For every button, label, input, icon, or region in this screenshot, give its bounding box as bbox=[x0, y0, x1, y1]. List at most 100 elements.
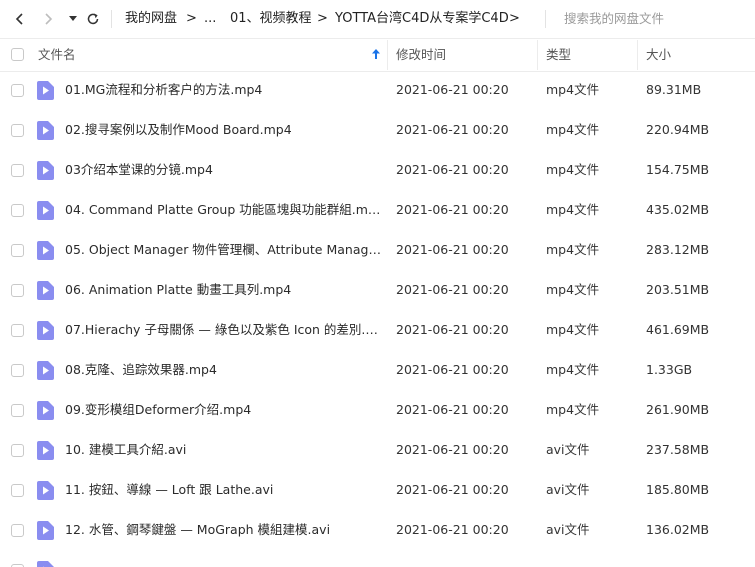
video-file-icon bbox=[37, 441, 54, 460]
forward-button[interactable] bbox=[38, 9, 58, 29]
file-row[interactable]: 06. Animation Platte 動畫工具列.mp4 2021-06-21… bbox=[0, 270, 755, 310]
column-header-name[interactable]: 文件名 bbox=[38, 47, 76, 63]
file-name[interactable]: 08.克隆、追踪效果器.mp4 bbox=[65, 362, 383, 378]
video-file-icon bbox=[37, 321, 54, 340]
select-all-checkbox[interactable] bbox=[11, 48, 24, 61]
row-checkbox[interactable] bbox=[11, 164, 24, 177]
breadcrumb-item-folder[interactable]: 01、视频教程 bbox=[230, 11, 312, 27]
column-divider[interactable] bbox=[537, 40, 538, 70]
file-type: avi文件 bbox=[546, 482, 590, 497]
file-name[interactable]: 01.MG流程和分析客户的方法.mp4 bbox=[65, 82, 383, 98]
file-size: 435.02MB bbox=[646, 202, 710, 217]
file-row[interactable]: 09.变形模组Deformer介绍.mp4 2021-06-21 00:20 mp4… bbox=[0, 390, 755, 430]
search-input[interactable]: 搜索我的网盘文件 bbox=[564, 11, 664, 27]
file-name[interactable]: 09.变形模组Deformer介绍.mp4 bbox=[65, 402, 383, 418]
row-checkbox[interactable] bbox=[11, 404, 24, 417]
file-type: mp4文件 bbox=[546, 322, 600, 337]
file-size: 237.58MB bbox=[646, 442, 710, 457]
file-type: mp4文件 bbox=[546, 402, 600, 417]
video-file-icon bbox=[37, 81, 54, 100]
file-size: 154.75MB bbox=[646, 162, 710, 177]
column-header-type[interactable]: 类型 bbox=[546, 47, 571, 63]
divider bbox=[0, 38, 755, 39]
file-row[interactable]: 04. Command Platte Group 功能區塊與功能群組.mp4 20… bbox=[0, 190, 755, 230]
sort-ascending-icon[interactable] bbox=[371, 48, 381, 60]
file-row[interactable]: 05. Object Manager 物件管理欄、Attribute Manag… bbox=[0, 230, 755, 270]
file-name[interactable]: 11. 按鈕、導線 — Loft 跟 Lathe.avi bbox=[65, 482, 383, 498]
file-name[interactable]: 07.Hierachy 子母關係 — 綠色以及紫色 Icon 的差別.mp4 bbox=[65, 322, 383, 338]
file-modified-time: 2021-06-21 00:20 bbox=[396, 162, 509, 177]
file-row[interactable]: 07.Hierachy 子母關係 — 綠色以及紫色 Icon 的差別.mp4 20… bbox=[0, 310, 755, 350]
file-type: mp4文件 bbox=[546, 282, 600, 297]
refresh-button[interactable] bbox=[83, 9, 103, 29]
file-row[interactable]: 08.克隆、追踪效果器.mp4 2021-06-21 00:20 mp4文件 1.33… bbox=[0, 350, 755, 390]
file-row[interactable]: 03介绍本堂课的分镜.mp4 2021-06-21 00:20 mp4文件 154.7… bbox=[0, 150, 755, 190]
row-checkbox[interactable] bbox=[11, 484, 24, 497]
file-name[interactable]: 03介绍本堂课的分镜.mp4 bbox=[65, 162, 383, 178]
breadcrumb-separator: > bbox=[317, 11, 328, 26]
column-header-modified[interactable]: 修改时间 bbox=[396, 47, 446, 63]
file-type: avi文件 bbox=[546, 522, 590, 537]
row-checkbox[interactable] bbox=[11, 204, 24, 217]
file-modified-time: 2021-06-21 00:20 bbox=[396, 322, 509, 337]
file-type: mp4文件 bbox=[546, 162, 600, 177]
row-checkbox[interactable] bbox=[11, 364, 24, 377]
file-type: avi文件 bbox=[546, 442, 590, 457]
back-button[interactable] bbox=[10, 9, 30, 29]
row-checkbox[interactable] bbox=[11, 524, 24, 537]
row-checkbox[interactable] bbox=[11, 324, 24, 337]
breadcrumb-item-current[interactable]: YOTTA台湾C4D从专案学C4D bbox=[335, 11, 509, 27]
video-file-icon bbox=[37, 521, 54, 540]
toolbar-divider bbox=[111, 10, 112, 28]
breadcrumb-separator: > bbox=[509, 11, 520, 26]
breadcrumb-item-root[interactable]: 我的网盘 bbox=[125, 11, 177, 27]
file-row[interactable]: 12. 水管、鋼琴鍵盤 — MoGraph 模組建模.avi 2021-06-21… bbox=[0, 510, 755, 550]
file-modified-time: 2021-06-21 00:20 bbox=[396, 402, 509, 417]
file-name[interactable]: 05. Object Manager 物件管理欄、Attribute Manag… bbox=[65, 242, 383, 258]
video-file-icon bbox=[37, 241, 54, 260]
file-name[interactable]: 04. Command Platte Group 功能區塊與功能群組.mp4 bbox=[65, 202, 383, 218]
chevron-left-icon bbox=[15, 13, 23, 25]
video-file-icon bbox=[37, 201, 54, 220]
row-checkbox[interactable] bbox=[11, 244, 24, 257]
column-divider[interactable] bbox=[387, 40, 388, 70]
column-divider[interactable] bbox=[637, 40, 638, 70]
history-dropdown-button[interactable] bbox=[63, 9, 83, 29]
file-name[interactable]: 06. Animation Platte 動畫工具列.mp4 bbox=[65, 282, 383, 298]
row-checkbox[interactable] bbox=[11, 284, 24, 297]
refresh-icon bbox=[87, 13, 99, 25]
file-size: 461.69MB bbox=[646, 322, 710, 337]
file-name[interactable]: 12. 水管、鋼琴鍵盤 — MoGraph 模組建模.avi bbox=[65, 522, 383, 538]
column-header-size[interactable]: 大小 bbox=[646, 47, 671, 63]
breadcrumb-item-ellipsis[interactable]: ... bbox=[204, 11, 216, 27]
toolbar-divider bbox=[545, 10, 546, 28]
file-row[interactable]: 01.MG流程和分析客户的方法.mp4 2021-06-21 00:20 mp4文件… bbox=[0, 70, 755, 110]
file-name[interactable]: 02.搜寻案例以及制作Mood Board.mp4 bbox=[65, 122, 383, 138]
video-file-icon bbox=[37, 401, 54, 420]
file-modified-time: 2021-06-21 00:20 bbox=[396, 282, 509, 297]
row-checkbox[interactable] bbox=[11, 444, 24, 457]
file-list-header: 文件名 修改时间 类型 大小 bbox=[0, 38, 755, 72]
video-file-icon bbox=[37, 161, 54, 180]
row-checkbox[interactable] bbox=[11, 124, 24, 137]
video-file-icon bbox=[37, 481, 54, 500]
file-type: mp4文件 bbox=[546, 362, 600, 377]
file-modified-time: 2021-06-21 00:20 bbox=[396, 202, 509, 217]
file-size: 203.51MB bbox=[646, 282, 710, 297]
file-size: 283.12MB bbox=[646, 242, 710, 257]
file-modified-time: 2021-06-21 00:20 bbox=[396, 362, 509, 377]
file-row[interactable]: 11. 按鈕、導線 — Loft 跟 Lathe.avi 2021-06-21 0… bbox=[0, 470, 755, 510]
file-name[interactable]: 10. 建模工具介紹.avi bbox=[65, 442, 383, 458]
file-size: 220.94MB bbox=[646, 122, 710, 137]
file-type: mp4文件 bbox=[546, 242, 600, 257]
file-modified-time: 2021-06-21 00:20 bbox=[396, 82, 509, 97]
file-size: 1.33GB bbox=[646, 362, 693, 377]
file-row[interactable] bbox=[0, 550, 755, 567]
file-row[interactable]: 02.搜寻案例以及制作Mood Board.mp4 2021-06-21 00:2… bbox=[0, 110, 755, 150]
file-type: mp4文件 bbox=[546, 202, 600, 217]
caret-down-icon bbox=[69, 16, 77, 21]
row-checkbox[interactable] bbox=[11, 84, 24, 97]
file-row[interactable]: 10. 建模工具介紹.avi 2021-06-21 00:20 avi文件 237.5… bbox=[0, 430, 755, 470]
file-modified-time: 2021-06-21 00:20 bbox=[396, 482, 509, 497]
file-size: 185.80MB bbox=[646, 482, 710, 497]
